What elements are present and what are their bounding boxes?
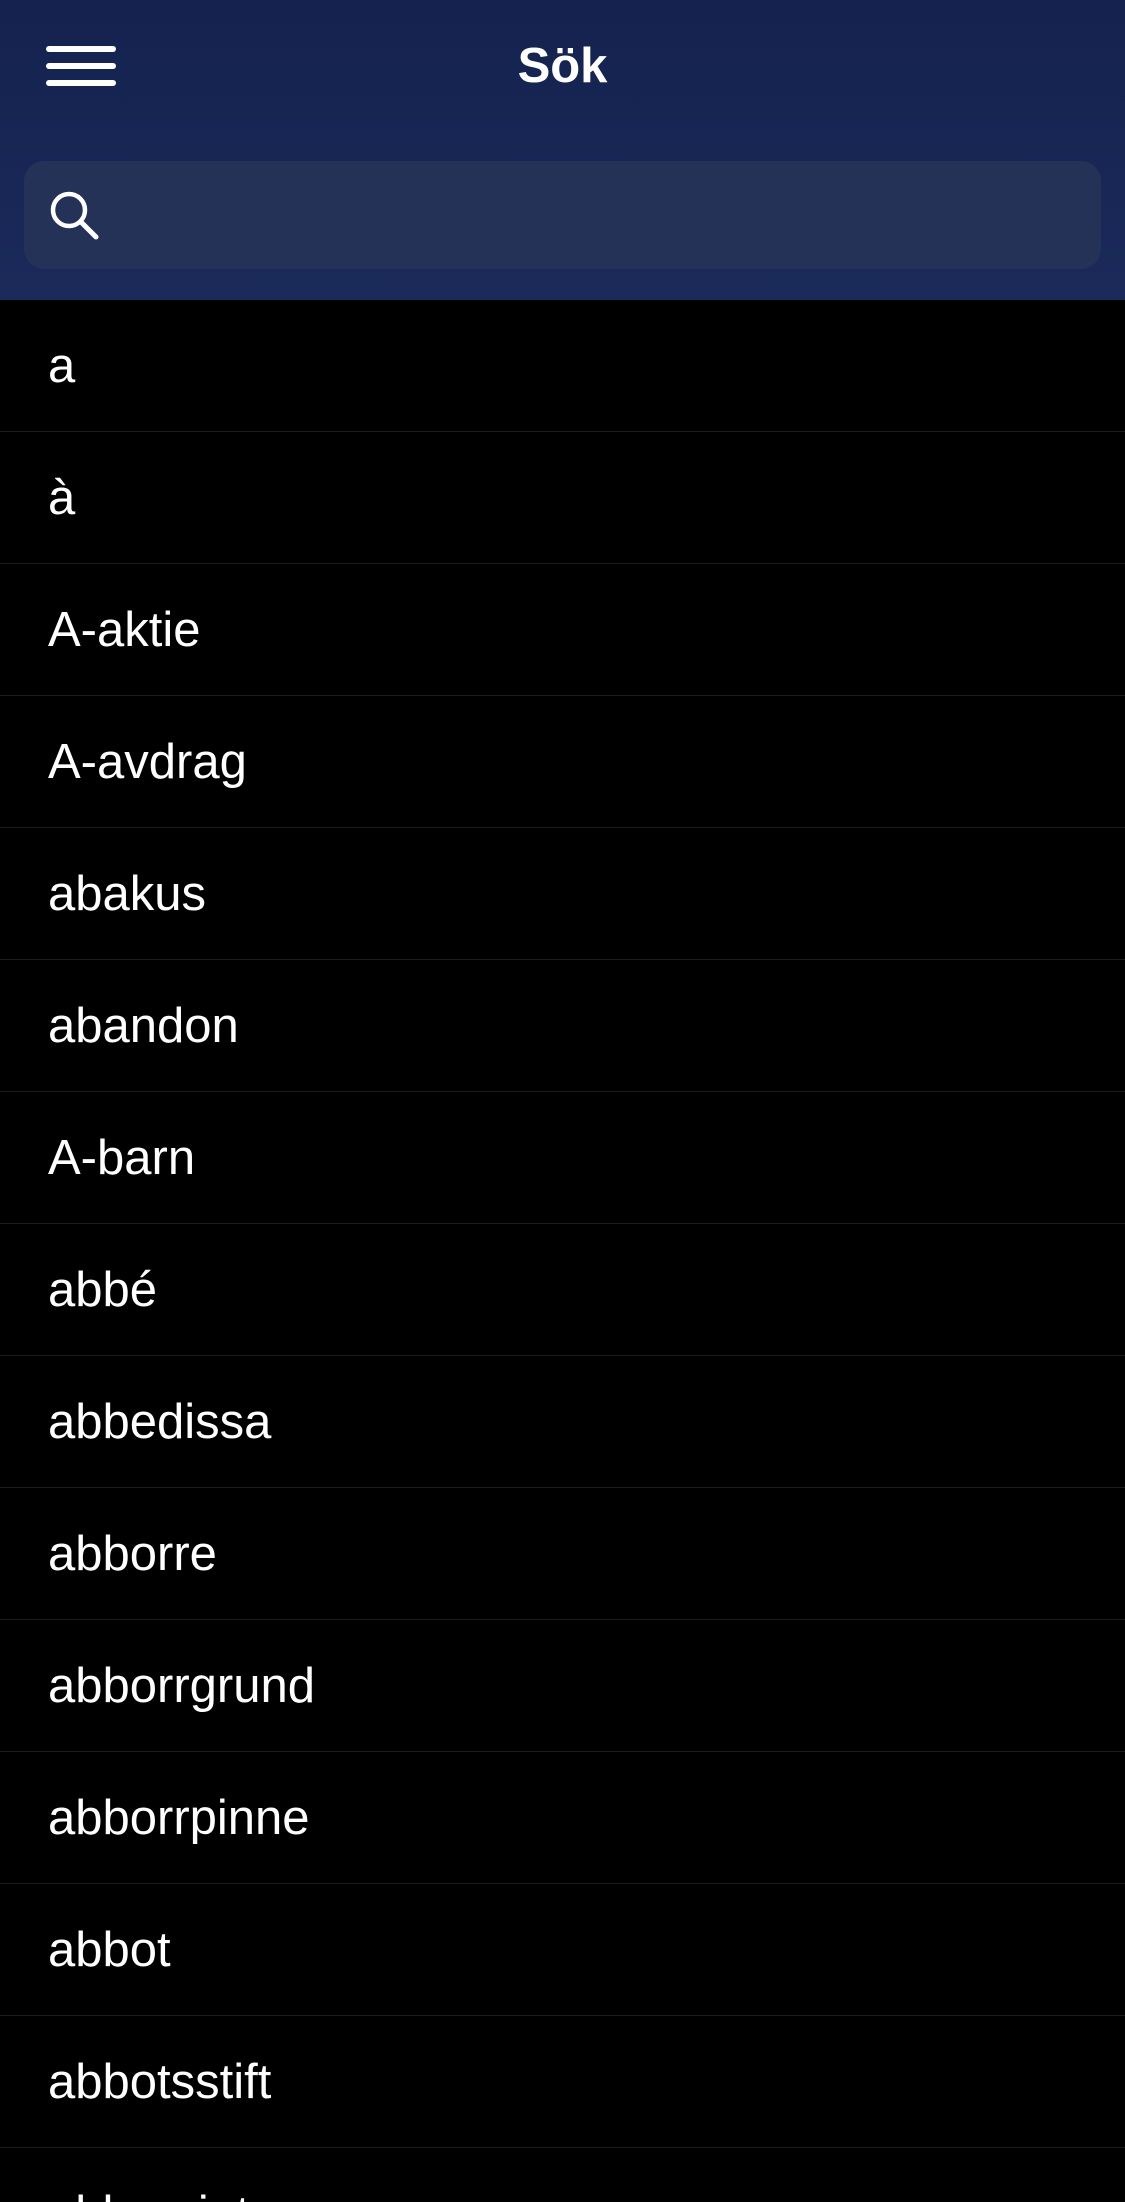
list-item[interactable]: abborre	[0, 1488, 1125, 1620]
word-list: a à A-aktie A-avdrag abakus abandon A-barn abbé…	[0, 300, 1125, 2202]
search-icon	[50, 191, 99, 240]
hamburger-menu-icon-bar	[46, 80, 116, 86]
list-item[interactable]: abbotsstift	[0, 2016, 1125, 2148]
search-input[interactable]	[124, 161, 1084, 269]
list-item[interactable]: abbot	[0, 1884, 1125, 2016]
list-item[interactable]: abbedissa	[0, 1356, 1125, 1488]
menu-button[interactable]	[46, 28, 142, 104]
list-item[interactable]: abbé	[0, 1224, 1125, 1356]
list-item[interactable]: abbreviatur	[0, 2148, 1125, 2202]
hamburger-menu-icon-bar	[46, 46, 116, 52]
page-title: Sök	[517, 39, 608, 93]
list-item[interactable]: abakus	[0, 828, 1125, 960]
list-item[interactable]: abborrpinne	[0, 1752, 1125, 1884]
app-header: Sök	[0, 0, 1125, 300]
list-item[interactable]: a	[0, 300, 1125, 432]
list-item[interactable]: abborrgrund	[0, 1620, 1125, 1752]
search-bar[interactable]	[24, 161, 1101, 269]
hamburger-menu-icon-bar	[46, 63, 116, 69]
list-item[interactable]: abandon	[0, 960, 1125, 1092]
list-item[interactable]: A-aktie	[0, 564, 1125, 696]
list-item[interactable]: A-barn	[0, 1092, 1125, 1224]
list-item[interactable]: à	[0, 432, 1125, 564]
list-item[interactable]: A-avdrag	[0, 696, 1125, 828]
